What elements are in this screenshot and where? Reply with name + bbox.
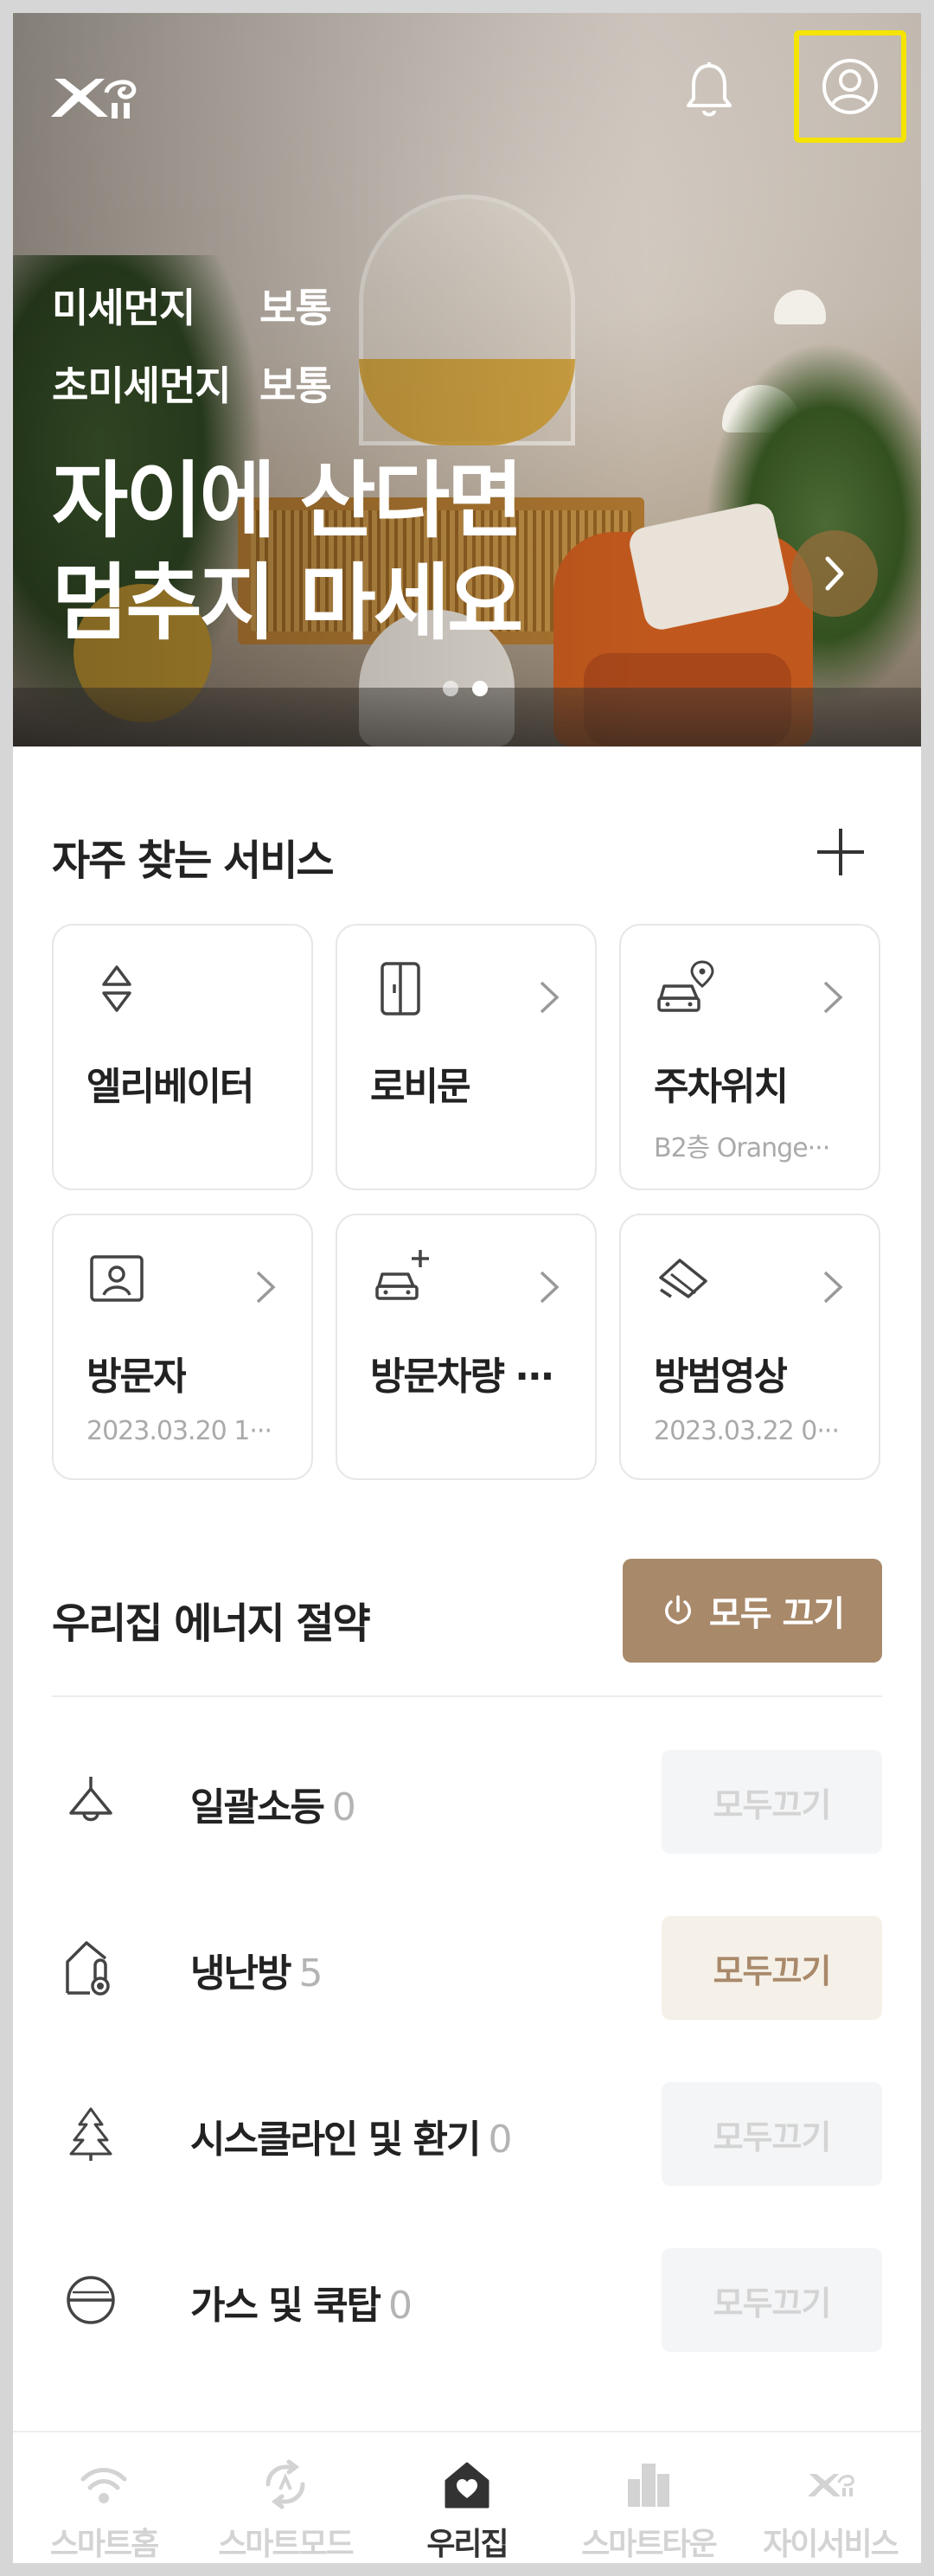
chevron-right-icon xyxy=(825,556,844,591)
energy-name-text: 냉난방 xyxy=(190,1951,291,1996)
energy-row-name: 시스클라인 및 환기 0 xyxy=(190,2108,512,2163)
hero-next-button[interactable] xyxy=(791,530,878,617)
chevron-right-icon xyxy=(820,976,846,1019)
divider xyxy=(52,1695,882,1697)
bell-icon[interactable] xyxy=(683,61,735,121)
nav-label: 우리집 xyxy=(426,2527,509,2562)
nav-label: 스마트모드 xyxy=(218,2527,355,2562)
service-label: 주차위치 xyxy=(654,1065,787,1109)
xi-logo-icon xyxy=(808,2474,854,2496)
nav-label: 스마트타운 xyxy=(581,2527,718,2562)
hero-title: 자이에 산다면 멈추지 마세요 xyxy=(52,450,523,654)
fine-dust-value: 보통 xyxy=(259,285,332,331)
nav-our-home[interactable]: 우리집 xyxy=(376,2432,558,2563)
elevator-updown-icon xyxy=(86,958,147,1019)
turn-off-button[interactable]: 모두끄기 xyxy=(662,2248,882,2352)
mode-icon xyxy=(265,2459,305,2509)
app-screen: 미세먼지 보통 초미세먼지 보통 자이에 산다면 멈추지 마세요 자주 찾는 서… xyxy=(13,13,921,2563)
ultrafine-dust-label: 초미세먼지 xyxy=(52,362,232,409)
fine-dust-status: 미세먼지 보통 xyxy=(52,277,332,334)
tree-ventilation-icon xyxy=(61,2104,121,2164)
energy-name-text: 시스클라인 및 환기 xyxy=(190,2118,481,2162)
service-card-elevator[interactable]: 엘리베이터 xyxy=(52,924,313,1190)
energy-row-lights: 일괄소등 0 모두끄기 xyxy=(52,1750,882,1854)
energy-count: 0 xyxy=(388,2284,413,2328)
energy-row-hvac: 냉난방 5 모두끄기 xyxy=(52,1916,882,2020)
hero-banner[interactable]: 미세먼지 보통 초미세먼지 보통 자이에 산다면 멈추지 마세요 xyxy=(13,13,921,747)
nav-label: 자이서비스 xyxy=(763,2527,899,2562)
energy-name-text: 일괄소등 xyxy=(190,1785,325,1829)
energy-row-name: 냉난방 5 xyxy=(190,1942,323,1997)
energy-row-name: 일괄소등 0 xyxy=(190,1776,356,1831)
energy-row-ventilation: 시스클라인 및 환기 0 모두끄기 xyxy=(52,2082,882,2186)
service-sub: 2023.03.20 1··· xyxy=(86,1416,272,1446)
all-off-label: 모두 끄기 xyxy=(708,1594,845,1634)
slide-indicator-dot-2[interactable] xyxy=(472,681,488,696)
service-label: 방문자 xyxy=(86,1355,187,1399)
service-card-visitor[interactable]: 방문자 2023.03.20 1··· xyxy=(52,1214,313,1480)
fine-dust-label: 미세먼지 xyxy=(52,285,195,331)
service-sub: B2층 Orange··· xyxy=(654,1133,830,1163)
ultrafine-dust-status: 초미세먼지 보통 xyxy=(52,355,332,412)
nav-smart-town[interactable]: 스마트타운 xyxy=(558,2432,739,2563)
energy-count: 0 xyxy=(331,1785,356,1829)
nav-smart-home[interactable]: 스마트홈 xyxy=(13,2432,195,2563)
ultrafine-dust-value: 보통 xyxy=(259,362,332,409)
cctv-icon xyxy=(654,1248,714,1309)
chevron-right-icon xyxy=(536,1266,562,1309)
service-card-lobby-door[interactable]: 로비문 xyxy=(336,924,597,1190)
energy-count: 5 xyxy=(298,1951,323,1996)
car-location-icon xyxy=(654,958,714,1019)
nav-xi-service[interactable]: 자이서비스 xyxy=(739,2432,921,2563)
energy-count: 0 xyxy=(488,2118,512,2162)
slide-indicator-dot-1[interactable] xyxy=(443,681,458,696)
ceiling-lamp-icon xyxy=(61,1772,121,1832)
thermometer-house-icon xyxy=(61,1938,121,1998)
service-label: 방범영상 xyxy=(654,1355,787,1399)
service-sub: 2023.03.22 0··· xyxy=(654,1416,839,1446)
service-card-parking[interactable]: 주차위치 B2층 Orange··· xyxy=(619,924,880,1190)
energy-title: 우리집 에너지 절약 xyxy=(52,1599,371,1648)
service-label: 로비문 xyxy=(370,1065,470,1109)
gas-valve-icon xyxy=(61,2270,121,2330)
energy-row-gas: 가스 및 쿡탑 0 모두끄기 xyxy=(52,2248,882,2352)
profile-button[interactable] xyxy=(794,30,906,143)
visitor-photo-icon xyxy=(86,1248,147,1309)
chevron-right-icon xyxy=(536,976,562,1019)
services-title: 자주 찾는 서비스 xyxy=(52,836,335,885)
nav-smart-mode[interactable]: 스마트모드 xyxy=(195,2432,376,2563)
add-service-button[interactable] xyxy=(810,822,871,882)
plus-icon xyxy=(817,829,864,875)
service-label: 방문차량 ··· xyxy=(370,1355,553,1399)
hero-title-line-1: 자이에 산다면 xyxy=(52,452,523,549)
buildings-icon xyxy=(628,2464,669,2507)
user-circle-icon xyxy=(822,59,878,114)
house-heart-icon xyxy=(445,2462,489,2509)
nav-label: 스마트홈 xyxy=(49,2527,159,2562)
turn-off-button[interactable]: 모두끄기 xyxy=(662,2082,882,2186)
service-card-cctv[interactable]: 방범영상 2023.03.22 0··· xyxy=(619,1214,880,1480)
bottom-navigation: 스마트홈 스마트모드 우리집 스마트타운 자이서비스 xyxy=(13,2431,921,2563)
chevron-right-icon xyxy=(820,1266,846,1309)
wifi-home-icon xyxy=(80,2468,127,2503)
xi-logo[interactable] xyxy=(48,74,143,125)
hero-title-line-2: 멈추지 마세요 xyxy=(52,554,523,651)
all-off-button[interactable]: 모두 끄기 xyxy=(623,1559,882,1663)
energy-name-text: 가스 및 쿡탑 xyxy=(190,2284,381,2328)
power-icon xyxy=(664,1595,691,1624)
chevron-right-icon xyxy=(253,1266,278,1309)
car-add-icon xyxy=(370,1248,431,1309)
turn-off-button[interactable]: 모두끄기 xyxy=(662,1916,882,2020)
door-icon xyxy=(370,958,431,1019)
energy-row-name: 가스 및 쿡탑 0 xyxy=(190,2274,413,2329)
turn-off-button[interactable]: 모두끄기 xyxy=(662,1750,882,1854)
service-card-visitor-car[interactable]: 방문차량 ··· xyxy=(336,1214,597,1480)
service-label: 엘리베이터 xyxy=(86,1065,253,1109)
